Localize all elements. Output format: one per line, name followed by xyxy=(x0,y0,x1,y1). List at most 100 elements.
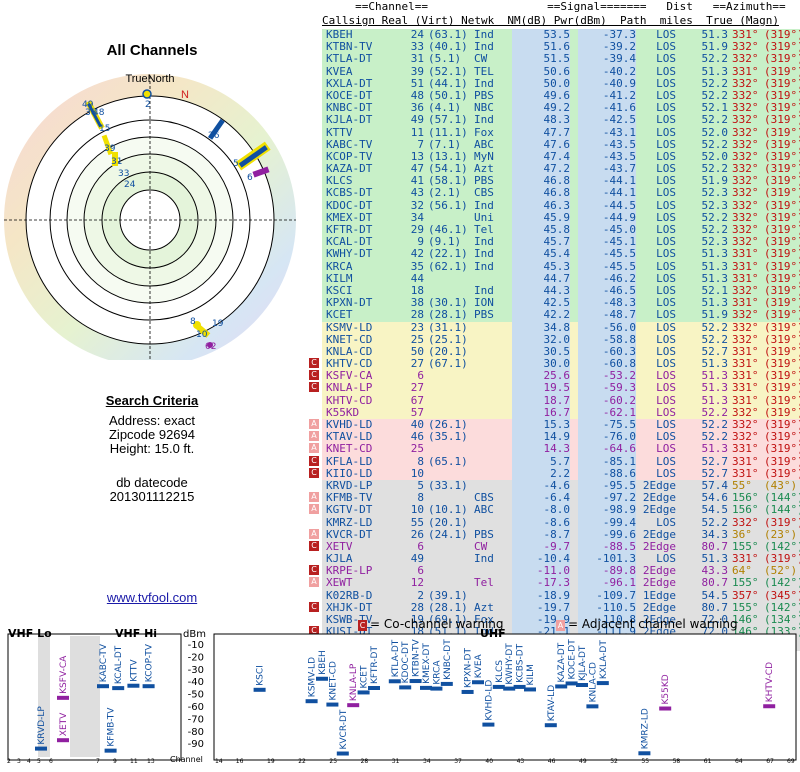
station-label: KRCA xyxy=(432,660,442,685)
cell-mag: (319°) xyxy=(764,64,800,78)
station-bar xyxy=(305,699,318,704)
x-tick-label: 43 xyxy=(517,758,525,765)
station-label: KJLA-DT xyxy=(578,645,588,681)
cell-real: 49 xyxy=(410,113,424,127)
cell-nm: -18.9 xyxy=(512,589,570,602)
cell-tru: 331° xyxy=(732,64,759,78)
station-label: KCOP-TV xyxy=(145,643,155,682)
table-row: KNET-CD 25 14.3 -64.6 LOS 51.3 331° (319°) A xyxy=(309,442,800,456)
table-row: KGTV-DT 10 (10.1) ABC -8.0 -98.9 2Edge 54.5 156°… xyxy=(309,503,800,517)
cell-real: 55 xyxy=(410,515,424,529)
cell-path: LOS xyxy=(656,515,676,529)
cell-call: KNET-CD xyxy=(326,442,373,456)
station-bar xyxy=(253,687,266,692)
table-body: KBEH 24 (63.1) Ind 53.5 -37.3 LOS 51.3 331° (319°… xyxy=(309,28,800,651)
cell-mag: (319°) xyxy=(764,259,800,273)
svg-text:62: 62 xyxy=(205,342,216,352)
station-bar xyxy=(357,690,370,695)
station-label: KCET xyxy=(360,665,370,688)
cell-mag: (319°) xyxy=(764,52,800,66)
station-label: KRVD-LP xyxy=(37,706,47,745)
cell-real: 8 xyxy=(417,454,424,468)
station-label: KVEA xyxy=(474,653,484,678)
cell-call: KCET xyxy=(326,308,353,322)
station-bar xyxy=(57,738,69,743)
x-tick-label: 13 xyxy=(147,758,155,765)
cell-mi: 51.3 xyxy=(701,64,729,78)
cell-virt: (35.1) xyxy=(428,430,468,444)
cell-path: LOS xyxy=(656,198,676,212)
x-tick-label: 2 xyxy=(7,758,11,765)
cell-nm: 18.7 xyxy=(512,394,570,407)
cell-virt: (11.1) xyxy=(428,125,468,139)
station-bar xyxy=(440,681,453,686)
co-channel-text: = Co-channel warning xyxy=(370,617,504,631)
station-bar xyxy=(503,686,516,691)
svg-text:31: 31 xyxy=(111,157,122,167)
cell-pwr: -43.1 xyxy=(578,126,636,139)
station-label: KABC-TV xyxy=(99,643,109,682)
channel-axis-label: Channel xyxy=(170,755,203,764)
adjacent-channel-warning-icon: A xyxy=(309,504,319,515)
left-panel: All Channels TrueNorth N 2 49 36 48 15 3… xyxy=(0,0,322,620)
cell-pwr: -44.5 xyxy=(578,199,636,212)
station-bar xyxy=(492,684,505,689)
cell-pwr: -44.1 xyxy=(578,187,636,200)
station-bar xyxy=(399,685,412,690)
cell-virt: (28.1) xyxy=(428,308,468,322)
cell-mi: 51.3 xyxy=(701,442,729,456)
cell-mi: 51.3 xyxy=(701,247,729,261)
cell-mag: (319°) xyxy=(764,308,800,322)
cell-mi: 51.9 xyxy=(701,308,729,322)
table-row: KWHY-DT 42 (22.1) Ind 45.4 -45.5 LOS 51.3 331° (3… xyxy=(322,247,800,261)
x-tick-label: 9 xyxy=(113,758,117,765)
svg-text:24: 24 xyxy=(124,180,136,190)
station-label: KMEX-DT xyxy=(422,643,432,684)
spectrum-chart: VHF Lo VHF Hi UHFdBmChannel-10-20-30-40-50… xyxy=(7,627,797,765)
cell-real: 12 xyxy=(410,576,424,590)
cell-tru: 332° xyxy=(732,186,759,200)
station-label: KLCS xyxy=(495,660,505,683)
x-tick-label: 16 xyxy=(236,758,244,765)
x-tick-label: 67 xyxy=(766,758,774,765)
cell-nm: 14.3 xyxy=(512,443,570,456)
co-channel-legend: C = Co-channel warning xyxy=(358,617,504,631)
cell-mi: 52.7 xyxy=(701,454,729,468)
station-label: KNLA-LP xyxy=(349,663,359,701)
radar-marker-dot xyxy=(142,89,152,99)
cell-mi: 52.3 xyxy=(701,186,729,200)
cell-mi: 52.2 xyxy=(701,320,729,334)
x-tick-label: 61 xyxy=(704,758,712,765)
fm-band-gap xyxy=(70,636,100,757)
tvfool-link[interactable]: www.tvfool.com xyxy=(0,590,304,605)
station-bar xyxy=(57,695,69,700)
adjacent-channel-warning-icon: A xyxy=(309,528,319,539)
db-label: db datecode xyxy=(116,475,188,490)
x-tick-label: 25 xyxy=(329,758,337,765)
cell-path: LOS xyxy=(656,247,676,261)
station-label: KSCI xyxy=(256,665,266,686)
cell-pwr: -99.4 xyxy=(578,516,636,529)
cell-mi: 52.0 xyxy=(701,125,729,139)
cell-net: CBS xyxy=(474,186,494,200)
cell-nm: 47.7 xyxy=(512,126,570,139)
cell-pwr: -42.5 xyxy=(578,114,636,127)
cell-net: Ind xyxy=(474,247,494,261)
cell-net: ABC xyxy=(474,503,494,517)
cell-nm: 34.8 xyxy=(512,321,570,334)
cell-pwr: -45.5 xyxy=(578,248,636,261)
cell-call: KWHY-DT xyxy=(326,247,373,261)
table-row: XEWT 12 Tel -17.3 -96.1 2Edge 80.7 155° (142°) A xyxy=(309,576,800,590)
station-bar xyxy=(513,684,526,689)
cell-net: PBS xyxy=(474,308,494,322)
cell-real: 67 xyxy=(410,393,424,407)
cell-pwr: -60.2 xyxy=(578,394,636,407)
cell-tru: 331° xyxy=(732,442,759,456)
station-label: KHTV-CD xyxy=(765,662,775,702)
cell-virt: (33.1) xyxy=(428,478,468,492)
x-tick-label: 31 xyxy=(392,758,400,765)
x-tick-label: 5 xyxy=(37,758,41,765)
cell-mag: (319°) xyxy=(764,454,800,468)
co-channel-warning-icon: C xyxy=(309,565,319,576)
cell-mi: 51.3 xyxy=(701,259,729,273)
